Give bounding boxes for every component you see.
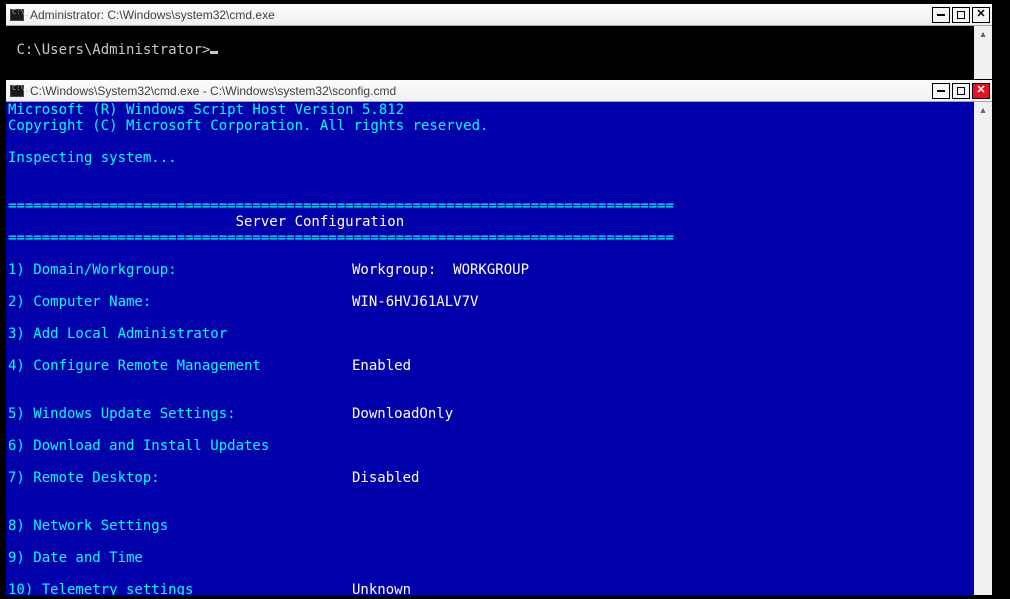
divider-line: ========================================…	[8, 198, 674, 214]
maximize-button-back[interactable]	[952, 7, 970, 23]
console-front[interactable]: Microsoft (R) Windows Script Host Versio…	[6, 102, 974, 595]
text-cursor-back	[210, 51, 218, 54]
window-title-back: Administrator: C:\Windows\system32\cmd.e…	[30, 8, 932, 22]
menu-item-value: WIN-6HVJ61ALV7V	[352, 294, 478, 310]
scrollbar-front[interactable]	[974, 102, 992, 595]
menu-item: 5) Windows Update Settings:DownloadOnly	[8, 406, 972, 422]
menu-item: 6) Download and Install Updates	[8, 438, 972, 454]
close-button-back[interactable]: ✕	[972, 7, 990, 23]
menu-item-label: 3) Add Local Administrator	[8, 326, 352, 342]
menu-item: 2) Computer Name:WIN-6HVJ61ALV7V	[8, 294, 972, 310]
menu-item: 9) Date and Time	[8, 550, 972, 566]
menu-item-label: 4) Configure Remote Management	[8, 358, 352, 374]
cmd-icon	[10, 85, 24, 97]
menu-item-label: 2) Computer Name:	[8, 294, 352, 310]
menu-item-label: 7) Remote Desktop:	[8, 470, 352, 486]
scroll-up-icon[interactable]	[974, 102, 992, 118]
cmd-prompt-back: C:\Users\Administrator>	[16, 42, 210, 58]
menu-item-value: DownloadOnly	[352, 406, 453, 422]
menu-item-label: 1) Domain/Workgroup:	[8, 262, 352, 278]
menu-item: 8) Network Settings	[8, 518, 972, 534]
menu-item-label: 5) Windows Update Settings:	[8, 406, 352, 422]
banner-title: Server Configuration	[8, 214, 404, 230]
inspecting-line: Inspecting system...	[8, 150, 177, 166]
close-button-front[interactable]: ✕	[972, 83, 990, 99]
maximize-button-front[interactable]	[952, 83, 970, 99]
scroll-up-icon[interactable]	[974, 26, 992, 42]
titlebar-controls-front: ✕	[932, 83, 990, 99]
titlebar-front[interactable]: C:\Windows\System32\cmd.exe - C:\Windows…	[6, 80, 992, 102]
menu-item-value: Workgroup: WORKGROUP	[352, 262, 529, 278]
menu-item-value: Enabled	[352, 358, 411, 374]
sconfig-window-front: C:\Windows\System32\cmd.exe - C:\Windows…	[5, 79, 993, 595]
menu-item: 3) Add Local Administrator	[8, 326, 972, 342]
titlebar-back[interactable]: Administrator: C:\Windows\system32\cmd.e…	[6, 4, 992, 26]
menu-item: 10) Telemetry settingsUnknown	[8, 582, 972, 595]
menu-item-label: 8) Network Settings	[8, 518, 352, 534]
menu-item-label: 10) Telemetry settings	[8, 582, 352, 595]
cmd-icon	[10, 9, 24, 21]
menu-item-value: Unknown	[352, 582, 411, 595]
copyright-line: Copyright (C) Microsoft Corporation. All…	[8, 118, 488, 134]
menu-item-value: Disabled	[352, 470, 419, 486]
window-body-front: Microsoft (R) Windows Script Host Versio…	[6, 102, 992, 595]
divider-line: ========================================…	[8, 230, 674, 246]
minimize-button-back[interactable]	[932, 7, 950, 23]
menu-item: 4) Configure Remote ManagementEnabled	[8, 358, 972, 374]
menu-item: 7) Remote Desktop:Disabled	[8, 470, 972, 486]
titlebar-controls-back: ✕	[932, 7, 990, 23]
window-title-front: C:\Windows\System32\cmd.exe - C:\Windows…	[30, 84, 932, 98]
menu-item-label: 9) Date and Time	[8, 550, 352, 566]
menu-item-label: 6) Download and Install Updates	[8, 438, 352, 454]
minimize-button-front[interactable]	[932, 83, 950, 99]
menu-item: 1) Domain/Workgroup:Workgroup: WORKGROUP	[8, 262, 972, 278]
script-host-version: Microsoft (R) Windows Script Host Versio…	[8, 102, 404, 118]
